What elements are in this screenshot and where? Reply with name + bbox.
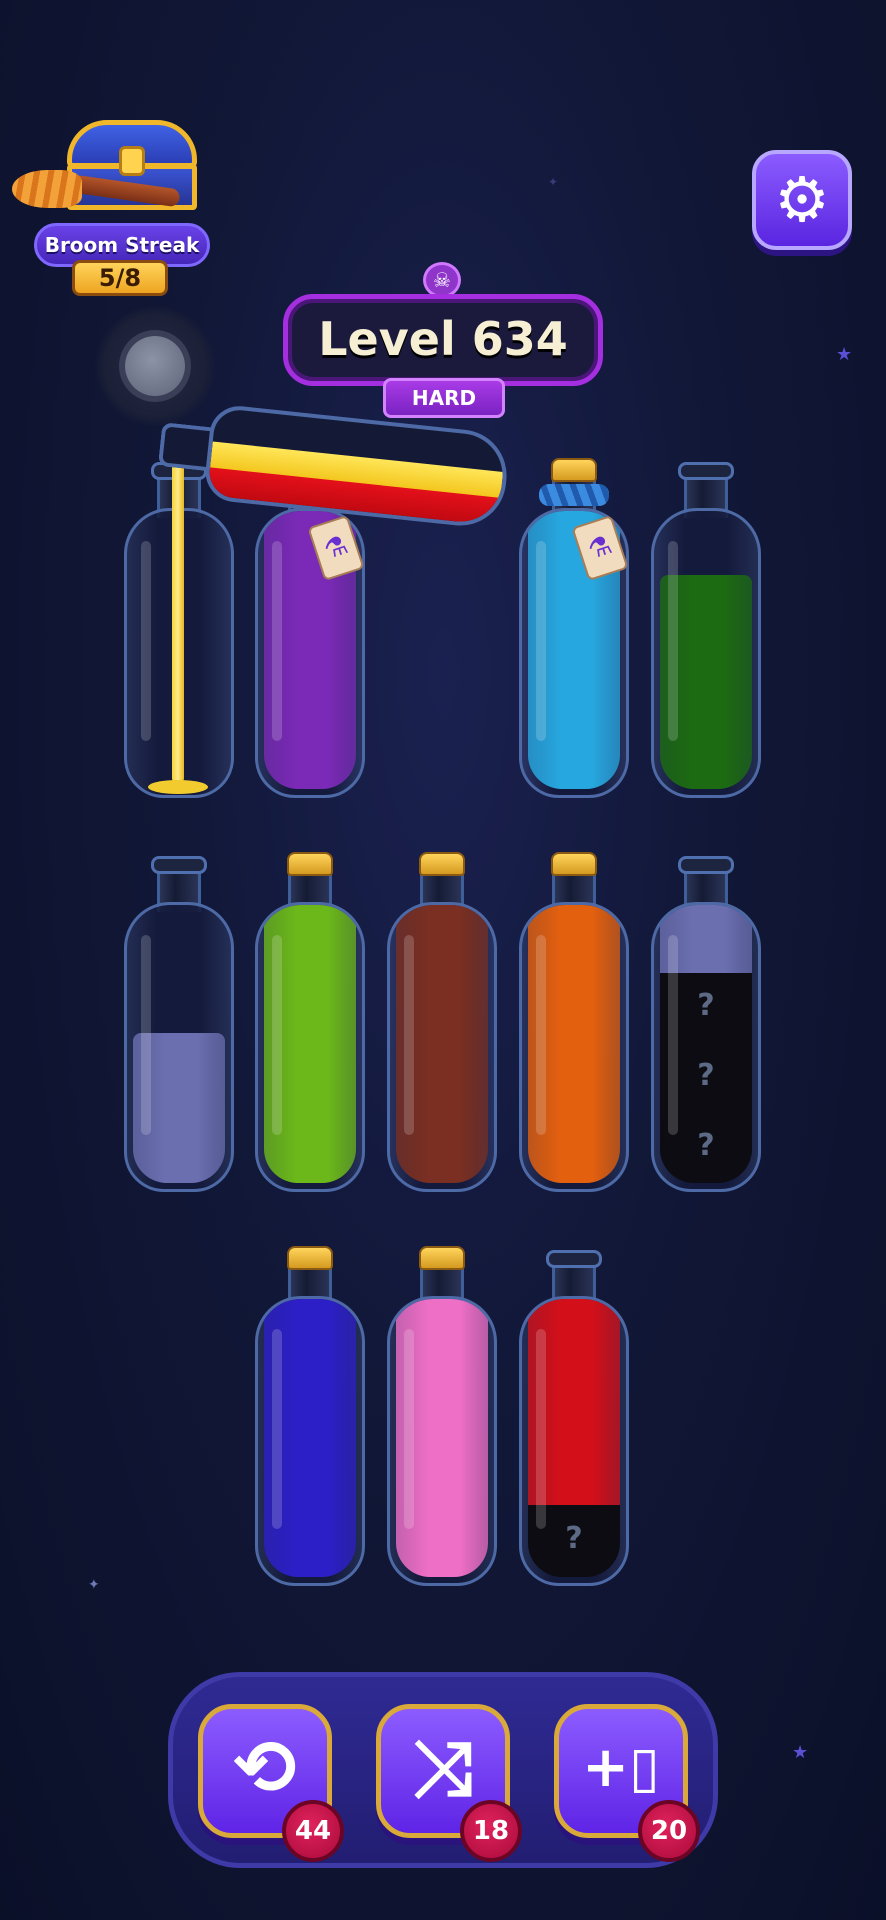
star-decoration: ✦: [548, 175, 559, 189]
bottle-11[interactable]: [387, 1246, 497, 1586]
bottle-12[interactable]: ?: [519, 1246, 629, 1586]
add-bottle-count-badge: 20: [638, 1800, 700, 1862]
star-decoration: ★: [792, 1742, 809, 1763]
broom-streak-chest[interactable]: Broom Streak 5/8: [12, 118, 212, 308]
bottle-5[interactable]: [124, 852, 234, 1192]
undo-icon: ⟲: [233, 1723, 297, 1812]
pour-pool: [148, 780, 208, 794]
skull-icon: ☠: [423, 262, 461, 298]
bottle-8[interactable]: [519, 852, 629, 1192]
settings-button[interactable]: ⚙: [752, 150, 852, 250]
add-bottle-icon: +▯: [582, 1735, 660, 1800]
cork-icon: [287, 852, 333, 876]
broom-icon: [12, 170, 181, 208]
bottle-6[interactable]: [255, 852, 365, 1192]
rope-icon: [539, 484, 609, 506]
bottle-7[interactable]: [387, 852, 497, 1192]
cork-icon: [419, 1246, 465, 1270]
cork-icon: [551, 458, 597, 482]
star-decoration: ★: [836, 344, 853, 365]
cork-icon: [551, 852, 597, 876]
undo-count-badge: 44: [282, 1800, 344, 1862]
bottle-9[interactable]: ???: [651, 852, 761, 1192]
shuffle-count-badge: 18: [460, 1800, 522, 1862]
shuffle-icon: ⤨: [412, 1723, 474, 1812]
cork-icon: [419, 852, 465, 876]
bottle-4[interactable]: [651, 458, 761, 798]
gear-icon: ⚙: [774, 163, 830, 236]
star-decoration: ✦: [88, 1577, 100, 1593]
difficulty-badge: HARD: [383, 378, 505, 418]
broom-streak-count: 5/8: [72, 260, 168, 296]
bottle-10[interactable]: [255, 1246, 365, 1586]
cork-icon: [287, 1246, 333, 1270]
level-title: Level 634: [283, 294, 603, 386]
bottle-3[interactable]: ⚗: [519, 458, 629, 798]
